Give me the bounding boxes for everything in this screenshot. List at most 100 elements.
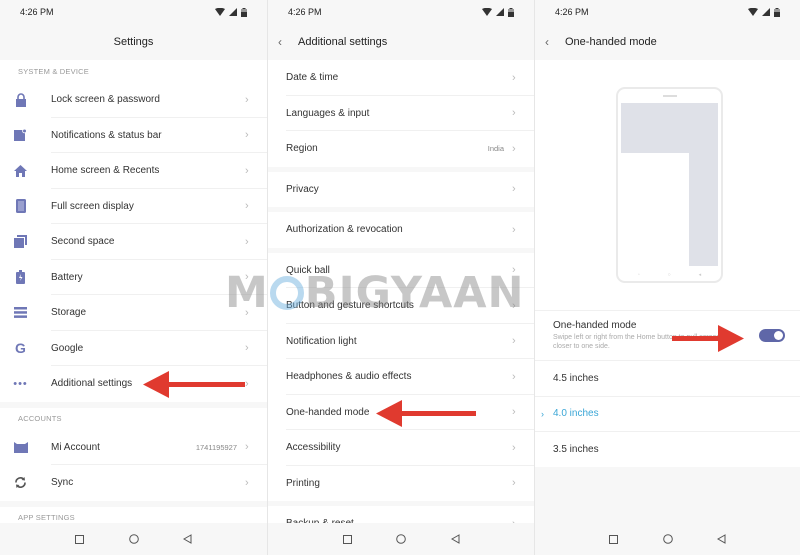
chevron-right-icon: › xyxy=(245,476,249,489)
wifi-icon xyxy=(215,8,225,16)
storage-icon xyxy=(14,307,27,319)
settings-item-second-space[interactable]: Second space › xyxy=(0,224,267,260)
shrunk-screen-area xyxy=(621,153,689,266)
battery-icon xyxy=(508,7,514,17)
settings-item-button-gesture[interactable]: Button and gesture shortcuts › xyxy=(268,288,534,324)
status-bar: 4:26 PM xyxy=(268,0,534,24)
second-space-icon xyxy=(14,235,27,249)
triangle-back-icon xyxy=(450,534,459,544)
size-option-4-0[interactable]: › 4.0 inches xyxy=(535,395,800,431)
phone-speaker xyxy=(663,95,677,97)
chevron-right-icon: › xyxy=(245,129,249,142)
back-arrow-icon[interactable]: ‹ xyxy=(545,35,557,49)
chevron-right-icon: › xyxy=(512,223,516,236)
one-handed-preview: ▫ ○ ◂ xyxy=(535,60,800,310)
recents-button[interactable] xyxy=(341,533,353,545)
wifi-icon xyxy=(482,8,492,16)
phone-screen xyxy=(621,103,718,266)
one-handed-mode-toggle[interactable] xyxy=(759,329,785,342)
size-option-4-5[interactable]: 4.5 inches xyxy=(535,360,800,396)
settings-item-quick-ball[interactable]: Quick ball › xyxy=(268,252,534,288)
home-button[interactable] xyxy=(395,533,407,545)
notification-icon xyxy=(14,128,27,141)
chevron-right-icon: › xyxy=(245,342,249,355)
settings-list: SYSTEM & DEVICE Lock screen & password ›… xyxy=(0,60,267,529)
chevron-right-icon: › xyxy=(512,183,516,196)
additional-settings-list: Date & time › Languages & input › Region In… xyxy=(268,60,534,542)
navigation-bar xyxy=(535,523,800,555)
home-icon xyxy=(14,164,27,177)
navigation-bar xyxy=(0,523,267,555)
square-icon xyxy=(609,534,618,544)
more-dots-icon: ••• xyxy=(13,377,28,390)
back-button[interactable] xyxy=(716,533,728,545)
battery-icon xyxy=(16,270,25,285)
square-icon xyxy=(342,534,352,544)
one-handed-toggle-row: One-handed mode Swipe left or right from… xyxy=(535,310,800,360)
annotation-arrow-additional-settings xyxy=(143,371,245,398)
page-title-bar: ‹ Additional settings xyxy=(268,24,534,60)
circle-icon xyxy=(396,534,406,544)
status-bar: 4:26 PM xyxy=(535,0,800,24)
recents-button[interactable] xyxy=(74,533,86,545)
settings-item-notification-light[interactable]: Notification light › xyxy=(268,323,534,359)
one-handed-mode-content: ▫ ○ ◂ One-handed mode Swipe left or right … xyxy=(535,60,800,523)
additional-settings-panel: 4:26 PM ‹ Additional settings Date & tim… xyxy=(267,0,534,555)
back-button[interactable] xyxy=(449,533,461,545)
size-option-3-5[interactable]: 3.5 inches xyxy=(535,431,800,467)
navigation-bar xyxy=(268,523,534,555)
page-title-bar: Settings xyxy=(0,24,267,60)
back-button[interactable] xyxy=(182,533,194,545)
page-title: One-handed mode xyxy=(565,36,657,48)
lock-icon xyxy=(15,93,26,107)
settings-item-region[interactable]: Region India › xyxy=(268,131,534,167)
battery-icon xyxy=(774,7,780,17)
settings-item-storage[interactable]: Storage › xyxy=(0,295,267,331)
home-button[interactable] xyxy=(128,533,140,545)
chevron-right-icon: › xyxy=(512,441,516,454)
settings-item-notifications[interactable]: Notifications & status bar › xyxy=(0,117,267,153)
page-title: Additional settings xyxy=(298,36,388,48)
circle-icon xyxy=(128,534,139,544)
settings-item-printing[interactable]: Printing › xyxy=(268,465,534,501)
settings-item-mi-account[interactable]: Mi Account 1741195927 › xyxy=(0,429,267,465)
recents-button[interactable] xyxy=(608,533,620,545)
signal-icon xyxy=(496,8,504,16)
mi-account-icon xyxy=(13,441,28,453)
square-icon xyxy=(75,534,84,544)
chevron-right-icon: › xyxy=(245,93,249,106)
settings-item-authorization[interactable]: Authorization & revocation › xyxy=(268,212,534,248)
circle-icon xyxy=(662,534,673,544)
settings-item-full-screen[interactable]: Full screen display › xyxy=(0,188,267,224)
status-bar: 4:26 PM xyxy=(0,0,267,24)
settings-item-languages[interactable]: Languages & input › xyxy=(268,95,534,131)
settings-item-accessibility[interactable]: Accessibility › xyxy=(268,430,534,466)
wifi-icon xyxy=(748,8,758,16)
status-time: 4:26 PM xyxy=(288,7,322,17)
region-value: India xyxy=(487,144,504,154)
settings-item-privacy[interactable]: Privacy › xyxy=(268,171,534,207)
chevron-right-icon: › xyxy=(512,142,516,155)
settings-item-battery[interactable]: Battery › xyxy=(0,259,267,295)
sync-icon xyxy=(15,477,26,489)
google-icon: G xyxy=(15,340,26,357)
home-button[interactable] xyxy=(662,533,674,545)
signal-icon xyxy=(229,8,237,16)
settings-item-headphones[interactable]: Headphones & audio effects › xyxy=(268,359,534,395)
triangle-back-icon xyxy=(717,534,726,544)
phone-screen-icon xyxy=(15,199,26,214)
settings-item-home-screen[interactable]: Home screen & Recents › xyxy=(0,153,267,189)
chevron-right-icon: › xyxy=(512,477,516,490)
settings-panel: 4:26 PM Settings SYSTEM & DEVICE Lock sc… xyxy=(0,0,267,555)
phone-illustration: ▫ ○ ◂ xyxy=(616,87,723,283)
settings-item-date-time[interactable]: Date & time › xyxy=(268,60,534,96)
phone-nav-icons: ▫ ○ ◂ xyxy=(637,272,702,278)
settings-item-google[interactable]: G Google › xyxy=(0,330,267,366)
chevron-right-icon: › xyxy=(512,406,516,419)
section-label-accounts: ACCOUNTS xyxy=(0,407,267,430)
chevron-right-icon: › xyxy=(245,441,249,454)
settings-item-sync[interactable]: Sync › xyxy=(0,465,267,501)
chevron-right-icon: › xyxy=(245,306,249,319)
back-arrow-icon[interactable]: ‹ xyxy=(278,35,290,49)
settings-item-lock-screen[interactable]: Lock screen & password › xyxy=(0,82,267,118)
